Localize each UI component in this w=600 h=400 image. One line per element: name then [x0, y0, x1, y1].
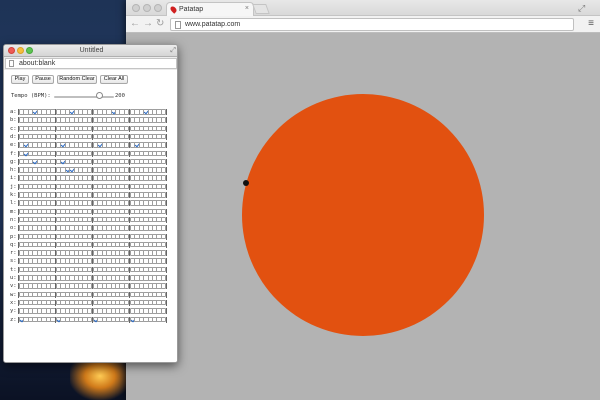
fullscreen-icon[interactable]: ⤢ — [578, 3, 588, 13]
group-separator — [165, 266, 167, 273]
tempo-label: Tempo (BPM): — [11, 93, 51, 99]
tempo-slider-track[interactable] — [54, 96, 114, 98]
group-separator — [165, 133, 167, 140]
group-separator — [165, 167, 167, 174]
row-label: m: — [10, 208, 17, 215]
row-label: s: — [10, 258, 17, 265]
tab-bar: Patatap × ⤢ — [126, 0, 600, 16]
browser-toolbar: ← → ↻ www.patatap.com ≡ — [126, 16, 600, 33]
tempo-slider-thumb[interactable] — [95, 92, 103, 99]
row-label: z: — [10, 316, 17, 323]
row-label: e: — [10, 142, 17, 149]
row-label: k: — [10, 192, 17, 198]
row-label: f: — [10, 150, 17, 157]
row-label: q: — [10, 241, 17, 248]
tab-close-button[interactable]: × — [245, 5, 249, 12]
forward-arrow-icon[interactable]: → — [143, 18, 153, 30]
group-separator — [165, 142, 167, 149]
group-separator — [165, 299, 167, 306]
group-separator — [165, 250, 167, 257]
popup-title: Untitled — [79, 47, 104, 54]
group-separator — [165, 175, 167, 182]
popup-zoom-button[interactable] — [26, 47, 33, 54]
row-label: c: — [10, 125, 17, 132]
tempo-value: 200 — [115, 93, 125, 99]
row-label: a: — [10, 109, 17, 115]
popup-close-button[interactable] — [8, 47, 15, 54]
row-label: o: — [10, 225, 17, 232]
clear-all-button[interactable]: Clear All — [100, 75, 128, 84]
popup-address-bar[interactable]: about:blank — [5, 58, 177, 69]
row-label: b: — [10, 117, 17, 124]
group-separator — [165, 291, 167, 298]
group-separator — [165, 241, 167, 248]
menu-icon[interactable]: ≡ — [588, 18, 594, 30]
group-separator — [165, 208, 167, 215]
group-separator — [165, 216, 167, 223]
row-label: y: — [10, 308, 17, 315]
address-bar[interactable]: www.patatap.com — [170, 18, 574, 31]
popup-address-text: about:blank — [19, 60, 56, 67]
play-button[interactable]: Play — [11, 75, 29, 84]
page-canvas[interactable] — [126, 34, 600, 400]
row-label: w: — [10, 291, 17, 298]
wallpaper-sunset — [70, 360, 130, 400]
row-label: n: — [10, 216, 17, 223]
popup-window: Untitled ⤢ about:blank Play Pause Random… — [3, 44, 178, 363]
group-separator — [165, 192, 167, 198]
row-label: h: — [10, 167, 17, 174]
popup-minimize-button[interactable] — [17, 47, 24, 54]
group-separator — [165, 183, 167, 190]
browser-window: Patatap × ⤢ ← → ↻ www.patatap.com ≡ — [126, 0, 600, 400]
group-separator — [165, 308, 167, 315]
group-separator — [165, 225, 167, 232]
row-label: g: — [10, 158, 17, 165]
zoom-window-button[interactable] — [154, 4, 162, 12]
row-label: r: — [10, 250, 17, 257]
group-separator — [165, 275, 167, 281]
row-label: x: — [10, 299, 17, 306]
page-icon — [9, 60, 14, 67]
random-clear-button[interactable]: Random Clear — [57, 75, 97, 84]
group-separator — [165, 125, 167, 132]
group-separator — [165, 233, 167, 240]
group-separator — [165, 158, 167, 165]
popup-titlebar: Untitled ⤢ — [4, 45, 177, 57]
group-separator — [165, 258, 167, 265]
group-separator — [165, 117, 167, 124]
location-pin-icon — [169, 5, 178, 14]
group-separator — [165, 316, 167, 323]
expand-icon[interactable]: ⤢ — [170, 45, 176, 57]
close-window-button[interactable] — [132, 4, 140, 12]
row-label: j: — [10, 183, 17, 190]
row-label: d: — [10, 133, 17, 140]
new-tab-button[interactable] — [252, 4, 270, 14]
address-text: www.patatap.com — [185, 21, 241, 28]
group-separator — [165, 283, 167, 290]
tab-title: Patatap — [179, 6, 204, 13]
page-icon — [175, 21, 181, 29]
minimize-window-button[interactable] — [143, 4, 151, 12]
group-separator — [165, 109, 167, 115]
row-label: t: — [10, 266, 17, 273]
row-label: u: — [10, 275, 17, 281]
group-separator — [165, 200, 167, 207]
row-label: l: — [10, 200, 17, 207]
group-separator — [165, 150, 167, 157]
reload-icon[interactable]: ↻ — [156, 18, 164, 30]
back-arrow-icon[interactable]: ← — [130, 18, 140, 30]
row-label: p: — [10, 233, 17, 240]
row-label: v: — [10, 283, 17, 290]
sequencer-panel: Play Pause Random Clear Clear All Tempo … — [4, 70, 177, 362]
black-dot-shape — [243, 180, 249, 186]
row-label: i: — [10, 175, 17, 182]
pause-button[interactable]: Pause — [32, 75, 54, 84]
orange-circle-shape — [242, 94, 484, 336]
tab-patatap[interactable]: Patatap × — [166, 2, 254, 16]
